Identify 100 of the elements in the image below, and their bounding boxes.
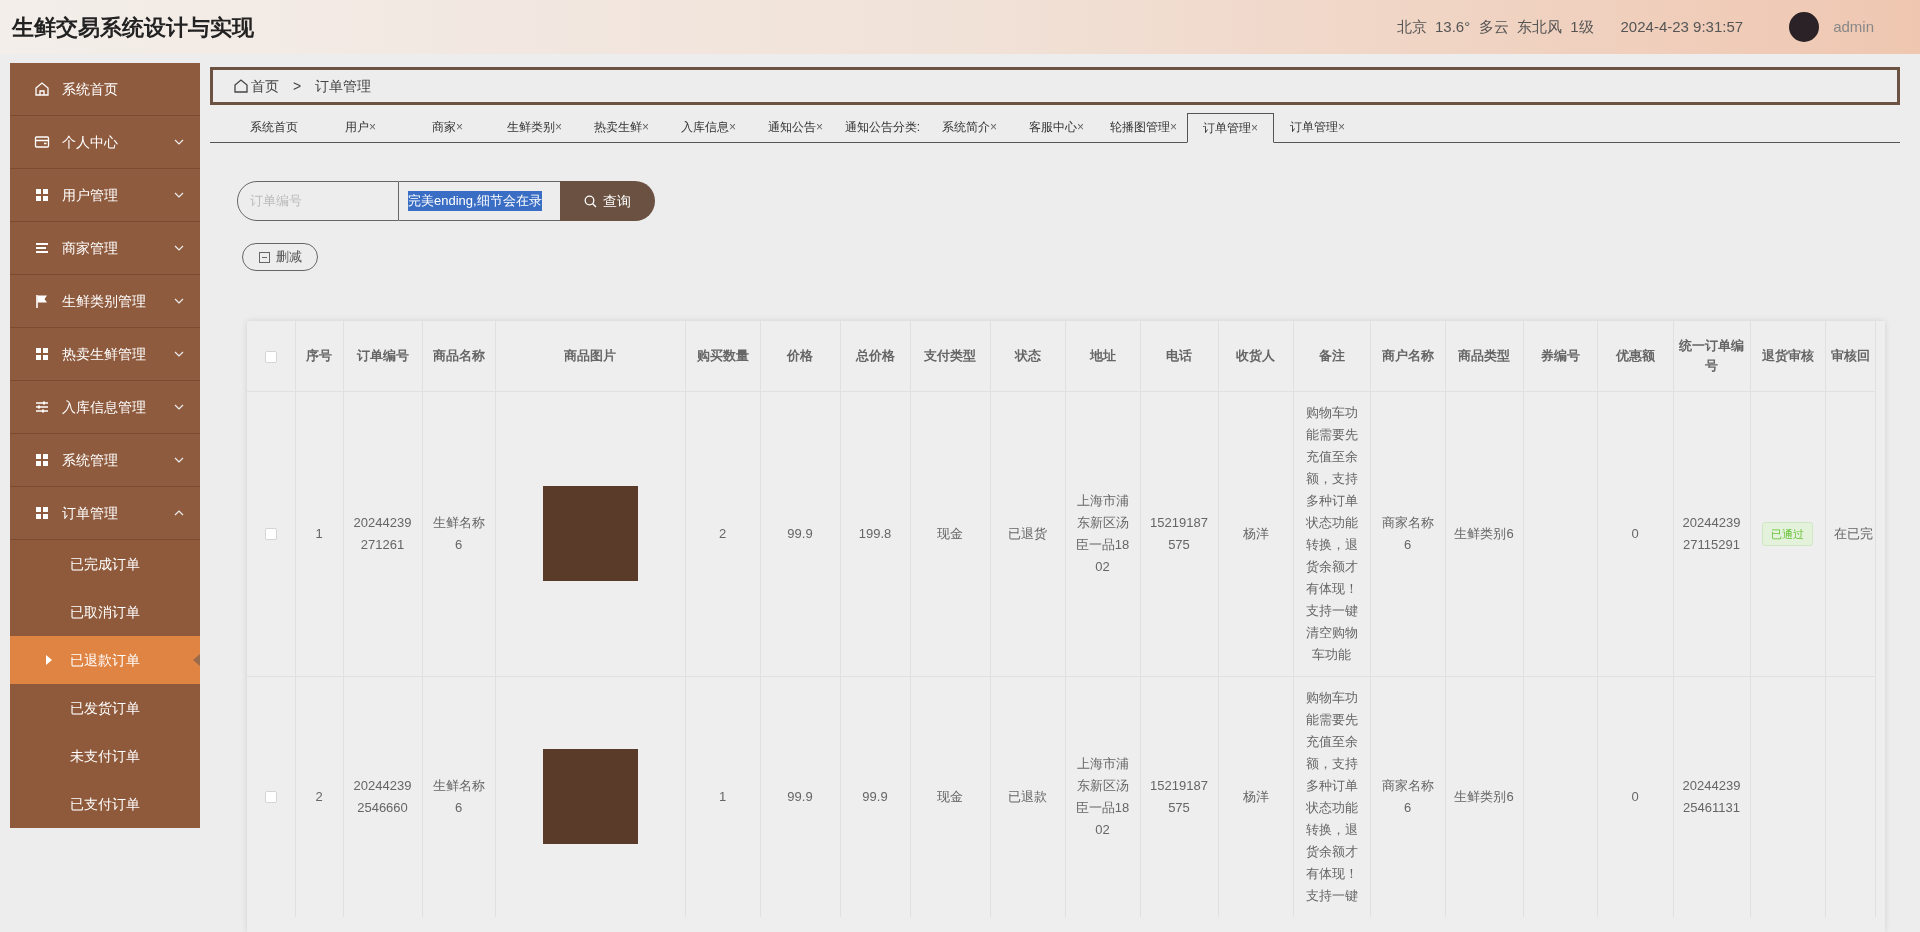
triangle-right-icon <box>46 655 52 665</box>
tab[interactable]: 热卖生鲜× <box>578 112 665 142</box>
close-icon[interactable]: × <box>1251 119 1258 137</box>
close-icon[interactable]: × <box>456 118 463 136</box>
table-cell: 生鲜类别6 <box>1454 525 1514 541</box>
close-icon[interactable]: × <box>369 118 376 136</box>
sidebar-item[interactable]: 热卖生鲜管理 <box>10 328 200 381</box>
table-cell: 2024423925461131 <box>1682 777 1741 815</box>
tab[interactable]: 订单管理× <box>1274 112 1361 142</box>
chevron-down-icon <box>174 404 184 410</box>
close-icon[interactable]: × <box>555 118 562 136</box>
tab[interactable]: 轮播图管理× <box>1100 112 1187 142</box>
table-cell: 199.8 <box>858 525 892 541</box>
column-header: 状态 <box>1014 347 1041 363</box>
column-header: 退货审核 <box>1761 347 1814 363</box>
table-cell: 已退货 <box>1008 525 1047 541</box>
tab[interactable]: 订单管理× <box>1187 113 1274 143</box>
checkbox[interactable] <box>264 528 277 541</box>
table-cell: 99.9 <box>787 788 813 804</box>
close-icon[interactable]: × <box>990 118 997 136</box>
column-header: 订单编号 <box>356 347 409 363</box>
sidebar-item[interactable]: 用户管理 <box>10 169 200 222</box>
table-cell: 商家名称6 <box>1381 514 1434 552</box>
tab[interactable]: 用户× <box>317 112 404 142</box>
sidebar-item[interactable]: 商家管理 <box>10 222 200 275</box>
tab[interactable]: 商家× <box>404 112 491 142</box>
sliders-icon <box>34 399 50 415</box>
column-header: 统一订单编号 <box>1679 337 1744 373</box>
column-header: 商品类型 <box>1458 347 1510 363</box>
home-icon <box>233 78 249 94</box>
submenu-item[interactable]: 已取消订单 <box>10 588 200 636</box>
sidebar-item[interactable]: 生鲜类别管理 <box>10 275 200 328</box>
grid-icon <box>34 505 50 521</box>
status-badge: 已通过 <box>1762 521 1813 546</box>
close-icon[interactable]: × <box>729 118 736 136</box>
tab[interactable]: 系统首页 <box>230 112 317 142</box>
checkbox[interactable] <box>264 350 277 363</box>
sidebar-item[interactable]: 个人中心 <box>10 116 200 169</box>
tab[interactable]: 生鲜类别× <box>491 112 578 142</box>
chevron-up-icon <box>174 510 184 516</box>
sidebar-item[interactable]: 系统管理 <box>10 434 200 487</box>
grid-icon <box>34 187 50 203</box>
table-cell: 15219187575 <box>1150 777 1208 815</box>
column-header: 序号 <box>306 347 332 363</box>
column-header: 优惠额 <box>1615 347 1655 363</box>
close-icon[interactable]: × <box>642 118 649 136</box>
column-header: 商品名称 <box>432 347 485 363</box>
search-text-field[interactable]: 完美ending,细节会在录 <box>399 181 560 221</box>
card-icon <box>34 134 50 150</box>
column-header: 券编号 <box>1540 347 1580 363</box>
breadcrumb-link[interactable]: 首页 <box>251 75 279 97</box>
breadcrumb-separator: > <box>293 76 302 96</box>
table-cell: 杨洋 <box>1242 525 1269 541</box>
column-header: 购买数量 <box>696 347 749 363</box>
close-icon[interactable]: × <box>1170 118 1177 136</box>
table-cell: 已退款 <box>1008 788 1047 804</box>
chevron-down-icon <box>174 298 184 304</box>
search-button[interactable]: 查询 <box>560 181 655 221</box>
app-title: 生鲜交易系统设计与实现 <box>12 13 254 42</box>
sidebar-item[interactable]: 系统首页 <box>10 63 200 116</box>
column-header: 支付类型 <box>924 347 976 363</box>
list-icon <box>34 240 50 256</box>
checkbox[interactable] <box>264 791 277 804</box>
column-header: 审核回 <box>1830 347 1870 363</box>
sidebar-item[interactable]: 入库信息管理 <box>10 381 200 434</box>
column-header: 总价格 <box>855 347 895 363</box>
submenu-item[interactable]: 已发货订单 <box>10 684 200 732</box>
tab[interactable]: 客服中心× <box>1013 112 1100 142</box>
tab[interactable]: 入库信息× <box>665 112 752 142</box>
table-cell: 生鲜类别6 <box>1454 788 1514 804</box>
column-header: 备注 <box>1318 347 1345 363</box>
home-icon <box>34 81 50 97</box>
flag-icon <box>34 293 50 309</box>
close-icon[interactable]: × <box>1338 118 1345 136</box>
avatar[interactable] <box>1789 12 1820 42</box>
table-cell: 2 <box>315 788 323 804</box>
close-icon[interactable]: × <box>816 118 823 136</box>
table-cell: 99.9 <box>862 788 888 804</box>
table-cell: 2024423927115291 <box>1682 514 1741 552</box>
chevron-down-icon <box>174 457 184 463</box>
grid-icon <box>34 452 50 468</box>
table-cell: 购物车功能需要先充值至余额，支持多种订单状态功能转换，退货余额才有体现！支持一键 <box>1305 689 1358 903</box>
tab[interactable]: 通知公告× <box>752 112 839 142</box>
column-header: 收货人 <box>1236 347 1275 363</box>
tab[interactable]: 系统简介× <box>926 112 1013 142</box>
submenu-item[interactable]: 已完成订单 <box>10 540 200 588</box>
search-icon <box>584 194 597 208</box>
table-cell: 1 <box>718 788 727 804</box>
submenu-item[interactable]: 未支付订单 <box>10 732 200 780</box>
table-cell: 生鲜名称6 <box>432 777 485 815</box>
chevron-down-icon <box>174 351 184 357</box>
table-cell: 0 <box>1631 525 1639 541</box>
sidebar-item[interactable]: 订单管理 <box>10 487 200 540</box>
tab[interactable]: 通知公告分类: <box>839 112 926 142</box>
table-cell: 99.9 <box>787 525 813 541</box>
table-cell: 杨洋 <box>1242 788 1269 804</box>
column-header: 电话 <box>1166 347 1192 363</box>
table-cell: 15219187575 <box>1150 514 1208 552</box>
close-icon[interactable]: × <box>1077 118 1084 136</box>
submenu-item[interactable]: 已支付订单 <box>10 780 200 828</box>
